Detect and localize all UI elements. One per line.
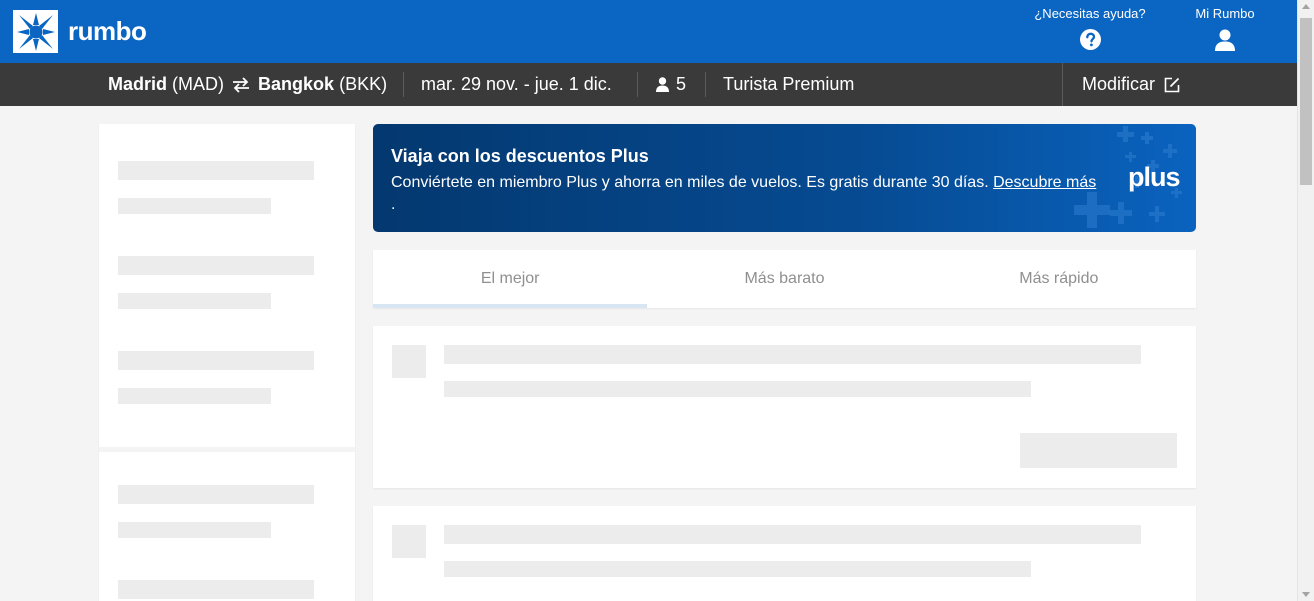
person-icon: [656, 77, 669, 92]
promo-text: Conviértete en miembro Plus y ahorra en …: [391, 172, 1121, 216]
skeleton-bar: [118, 388, 271, 404]
skeleton-bar: [444, 381, 1031, 397]
scroll-up-arrow-icon[interactable]: [1302, 4, 1310, 9]
account-label: Mi Rumbo: [1195, 6, 1255, 21]
flight-result-skeleton: [373, 506, 1196, 601]
origin-city: Madrid: [108, 74, 168, 94]
travel-dates: mar. 29 nov. - jue. 1 dic.: [421, 74, 612, 94]
skeleton-bar: [118, 522, 271, 538]
plus-logo: plus: [1128, 162, 1181, 192]
skeleton-bar: [444, 561, 1031, 577]
scrollbar-thumb[interactable]: [1300, 18, 1312, 185]
cabin-class: Turista Premium: [723, 74, 855, 94]
swap-arrows-icon: [232, 76, 250, 93]
filters-sidebar-skeleton: [99, 124, 355, 601]
plus-promo-banner: Viaja con los descuentos Plus Conviértet…: [373, 124, 1196, 232]
skeleton-bar: [118, 198, 271, 214]
help-link[interactable]: ¿Necesitas ayuda?: [1030, 6, 1150, 50]
page-scrollbar[interactable]: [1297, 0, 1314, 601]
origin-code: (MAD): [172, 74, 225, 94]
tab-best[interactable]: El mejor: [373, 250, 648, 308]
skeleton-airline-logo: [392, 525, 426, 558]
route-summary: Madrid (MAD) Bangkok (BKK): [108, 74, 387, 95]
passenger-count: 5: [656, 74, 686, 95]
skeleton-bar: [118, 256, 314, 275]
account-link[interactable]: Mi Rumbo: [1185, 6, 1265, 51]
skeleton-bar: [444, 345, 1141, 364]
divider: [403, 72, 404, 97]
question-icon: [1030, 29, 1150, 50]
skeleton-airline-logo: [392, 345, 426, 378]
promo-trailing: .: [391, 196, 396, 213]
modify-label: Modificar: [1082, 74, 1156, 94]
compass-icon: [13, 10, 58, 53]
skeleton-bar: [118, 580, 314, 599]
skeleton-bar: [118, 293, 271, 309]
divider: [637, 72, 638, 97]
divider: [1062, 63, 1063, 106]
sort-tabs: El mejor Más barato Más rápido: [373, 250, 1196, 308]
skeleton-bar: [444, 525, 1141, 544]
rumbo-logo[interactable]: rumbo: [13, 10, 147, 53]
search-summary-bar: Madrid (MAD) Bangkok (BKK) mar. 29 nov. …: [0, 63, 1297, 106]
flight-result-skeleton: [373, 326, 1196, 488]
edit-icon: [1164, 77, 1180, 93]
divider: [705, 72, 706, 97]
help-label: ¿Necesitas ayuda?: [1034, 6, 1146, 21]
destination-city: Bangkok: [258, 74, 335, 94]
section-divider: [99, 447, 355, 452]
destination-code: (BKK): [339, 74, 388, 94]
skeleton-bar: [118, 351, 314, 370]
top-header: rumbo ¿Necesitas ayuda? Mi Rumbo: [0, 0, 1297, 63]
skeleton-bar: [118, 485, 314, 504]
promo-title: Viaja con los descuentos Plus: [391, 146, 649, 166]
brand-name: rumbo: [68, 16, 147, 46]
user-icon: [1185, 29, 1265, 51]
passenger-number: 5: [676, 74, 687, 94]
promo-description: Conviértete en miembro Plus y ahorra en …: [391, 174, 989, 191]
modify-search-button[interactable]: Modificar: [1082, 74, 1180, 95]
skeleton-bar: [118, 161, 314, 180]
tab-cheapest[interactable]: Más barato: [647, 250, 921, 308]
tab-fastest[interactable]: Más rápido: [922, 250, 1196, 308]
scroll-down-arrow-icon[interactable]: [1302, 592, 1310, 597]
skeleton-price: [1020, 433, 1177, 468]
